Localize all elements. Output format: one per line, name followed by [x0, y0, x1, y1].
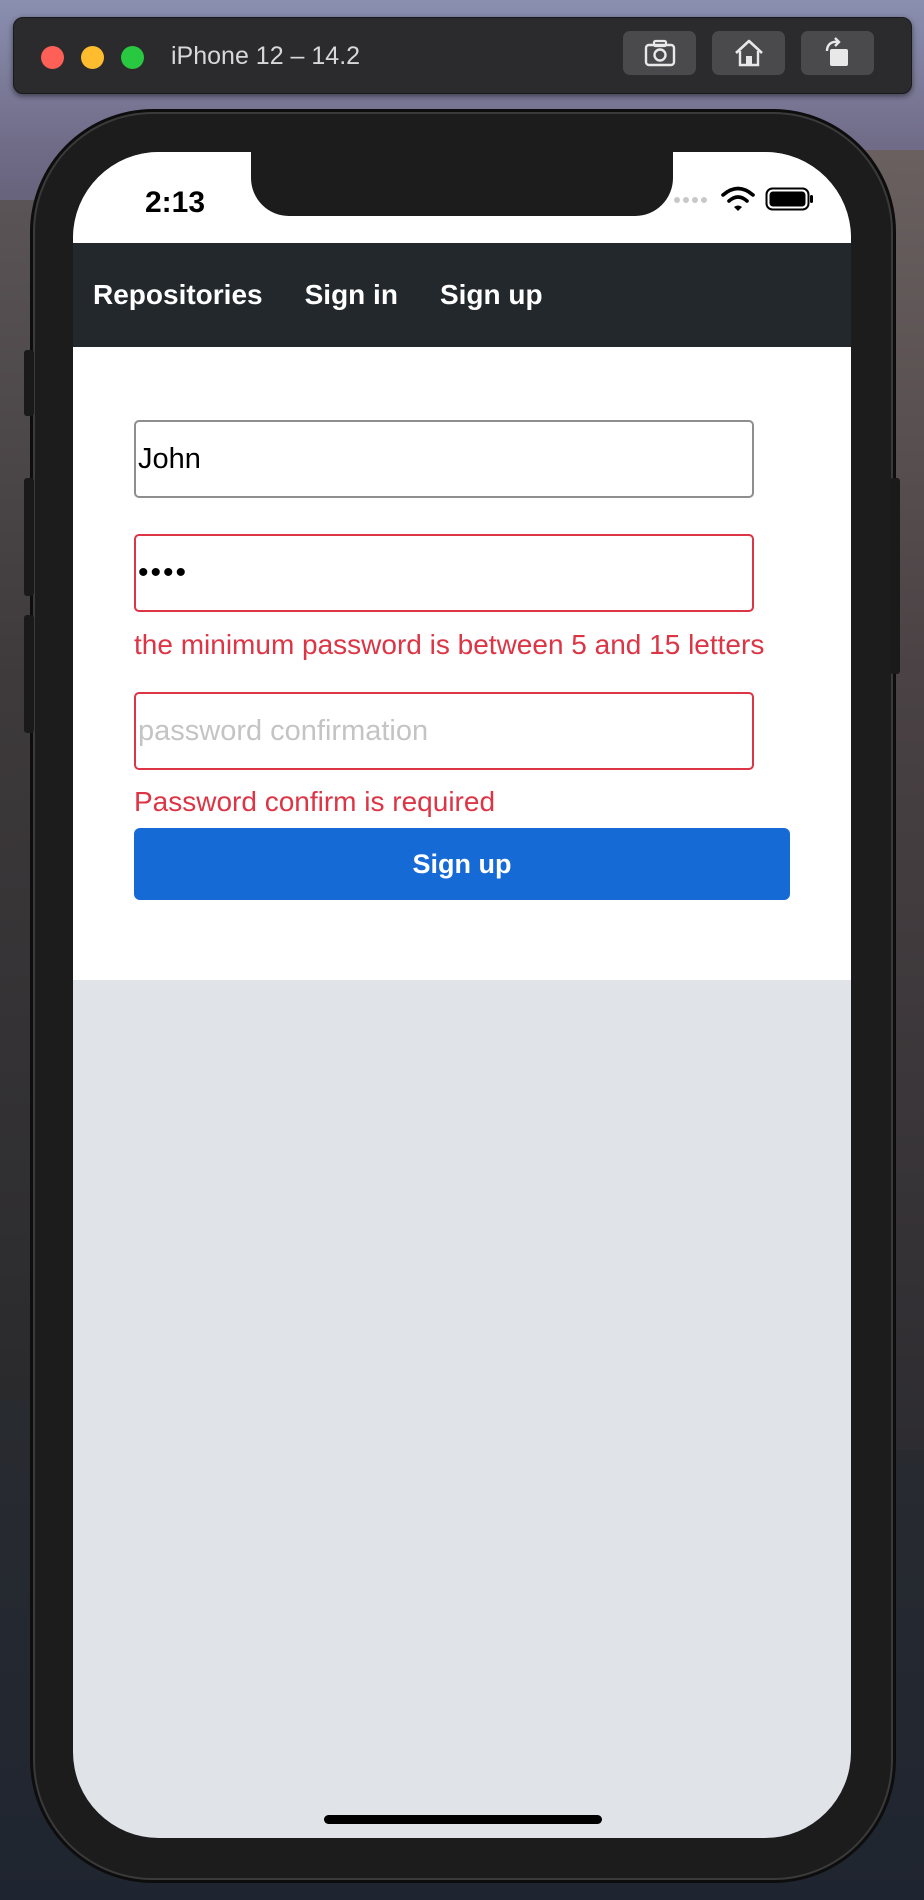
power-button: [890, 478, 900, 674]
top-navbar: Repositories Sign in Sign up: [73, 243, 851, 347]
nav-link-sign-in[interactable]: Sign in: [305, 279, 398, 311]
username-value: John: [138, 442, 201, 475]
rotate-button[interactable]: [801, 31, 874, 75]
nav-link-repositories[interactable]: Repositories: [93, 279, 263, 311]
username-input[interactable]: John: [134, 420, 754, 498]
rotate-icon: [825, 37, 848, 66]
close-window-button[interactable]: [41, 46, 64, 69]
status-icons: [673, 186, 815, 212]
volume-up-button: [24, 478, 34, 596]
device-screen: 2:13 Repositories Sign in Sign up John •…: [73, 152, 851, 1838]
signal-icon: [674, 197, 707, 203]
password-confirmation-error: Password confirm is required: [134, 786, 496, 817]
home-icon: [734, 39, 763, 67]
password-value: ••••: [138, 556, 189, 589]
home-button[interactable]: [712, 31, 785, 75]
screenshot-icon: [644, 39, 675, 67]
volume-down-button: [24, 615, 34, 733]
screenshot-button[interactable]: [623, 31, 696, 75]
signup-form: John •••• the minimum password is betwee…: [73, 347, 851, 980]
device-notch: [251, 152, 673, 216]
simulator-toolbar: iPhone 12 – 14.2: [13, 17, 912, 94]
password-confirmation-placeholder: password confirmation: [138, 714, 429, 747]
zoom-window-button[interactable]: [121, 46, 144, 69]
home-indicator[interactable]: [324, 1815, 602, 1824]
sign-up-button[interactable]: Sign up: [134, 828, 790, 900]
simulator-title: iPhone 12 – 14.2: [171, 42, 361, 70]
minimize-window-button[interactable]: [81, 46, 104, 69]
silent-switch: [24, 350, 34, 416]
password-input[interactable]: ••••: [134, 534, 754, 612]
password-confirmation-input[interactable]: password confirmation: [134, 692, 754, 770]
status-time: 2:13: [145, 186, 206, 219]
battery-icon: [765, 187, 813, 211]
password-error: the minimum password is between 5 and 15…: [134, 629, 765, 660]
wifi-icon: [721, 186, 755, 211]
nav-link-sign-up[interactable]: Sign up: [440, 279, 543, 311]
